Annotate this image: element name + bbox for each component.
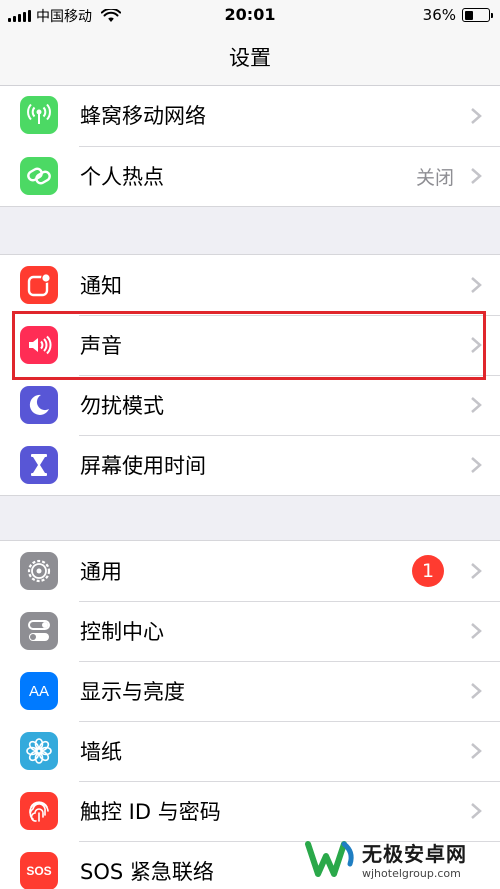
hotspot-status-value: 关闭 [415, 167, 454, 189]
settings-row-display-brightness[interactable]: AA 显示与亮度 [0, 661, 500, 721]
sound-row-highlight-box [12, 311, 486, 380]
settings-row-label: 蜂窝移动网络 [80, 104, 206, 128]
settings-row-label: 屏幕使用时间 [80, 454, 206, 478]
chevron-right-icon [471, 277, 482, 293]
status-bar: 中国移动 20:01 36% [0, 0, 500, 30]
battery-icon [462, 8, 493, 22]
settings-row-general[interactable]: 通用 1 [0, 541, 500, 601]
settings-row-touch-id[interactable]: 触控 ID 与密码 [0, 781, 500, 841]
settings-row-label: 通知 [80, 274, 122, 298]
toggles-icon [20, 612, 58, 650]
chevron-right-icon [471, 108, 482, 124]
watermark-url: wjhotelgroup.com [362, 867, 461, 880]
battery-percent: 36% [422, 6, 456, 24]
watermark-text: 无极安卓网 wjhotelgroup.com [362, 838, 467, 880]
settings-row-label: 勿扰模式 [80, 394, 164, 418]
hourglass-icon [20, 446, 58, 484]
settings-row-label: 显示与亮度 [80, 680, 185, 704]
moon-icon [20, 386, 58, 424]
text-size-glyph: AA [28, 682, 49, 700]
update-count-badge: 1 [412, 555, 444, 587]
chevron-right-icon [471, 397, 482, 413]
status-right: 36% [422, 6, 493, 24]
chevron-right-icon [471, 683, 482, 699]
chevron-right-icon [471, 743, 482, 759]
chevron-right-icon [471, 803, 482, 819]
settings-row-label: SOS 紧急联络 [80, 860, 214, 884]
gear-icon [20, 552, 58, 590]
fingerprint-icon [20, 792, 58, 830]
text-size-icon: AA [20, 672, 58, 710]
settings-row-cellular[interactable]: 蜂窝移动网络 [0, 86, 500, 146]
watermark-brand: 无极安卓网 [362, 842, 467, 866]
antenna-icon [20, 96, 58, 134]
settings-row-screen-time[interactable]: 屏幕使用时间 [0, 435, 500, 495]
chevron-right-icon [471, 168, 482, 184]
settings-row-label: 控制中心 [80, 620, 164, 644]
settings-row-label: 触控 ID 与密码 [80, 800, 221, 824]
sos-icon: SOS [20, 852, 58, 889]
settings-row-wallpaper[interactable]: 墙纸 [0, 721, 500, 781]
settings-row-control-center[interactable]: 控制中心 [0, 601, 500, 661]
settings-row-notifications[interactable]: 通知 [0, 255, 500, 315]
settings-row-label: 墙纸 [80, 740, 122, 764]
settings-row-hotspot[interactable]: 个人热点 关闭 [0, 146, 500, 206]
chevron-right-icon [471, 457, 482, 473]
chevron-right-icon [471, 623, 482, 639]
navigation-bar: 设置 [0, 30, 500, 86]
settings-group-network: 蜂窝移动网络 个人热点 关闭 [0, 86, 500, 207]
watermark-logo-icon [305, 841, 354, 877]
sos-glyph: SOS [26, 864, 52, 878]
settings-row-label: 个人热点 [80, 165, 164, 189]
site-watermark: 无极安卓网 wjhotelgroup.com [304, 833, 494, 885]
settings-row-do-not-disturb[interactable]: 勿扰模式 [0, 375, 500, 435]
battery-fill [464, 10, 473, 20]
flower-icon [20, 732, 58, 770]
notifications-icon [20, 266, 58, 304]
hotspot-chain-icon [20, 157, 58, 195]
settings-row-label: 通用 [80, 560, 122, 584]
page-title: 设置 [229, 46, 271, 70]
chevron-right-icon [471, 563, 482, 579]
